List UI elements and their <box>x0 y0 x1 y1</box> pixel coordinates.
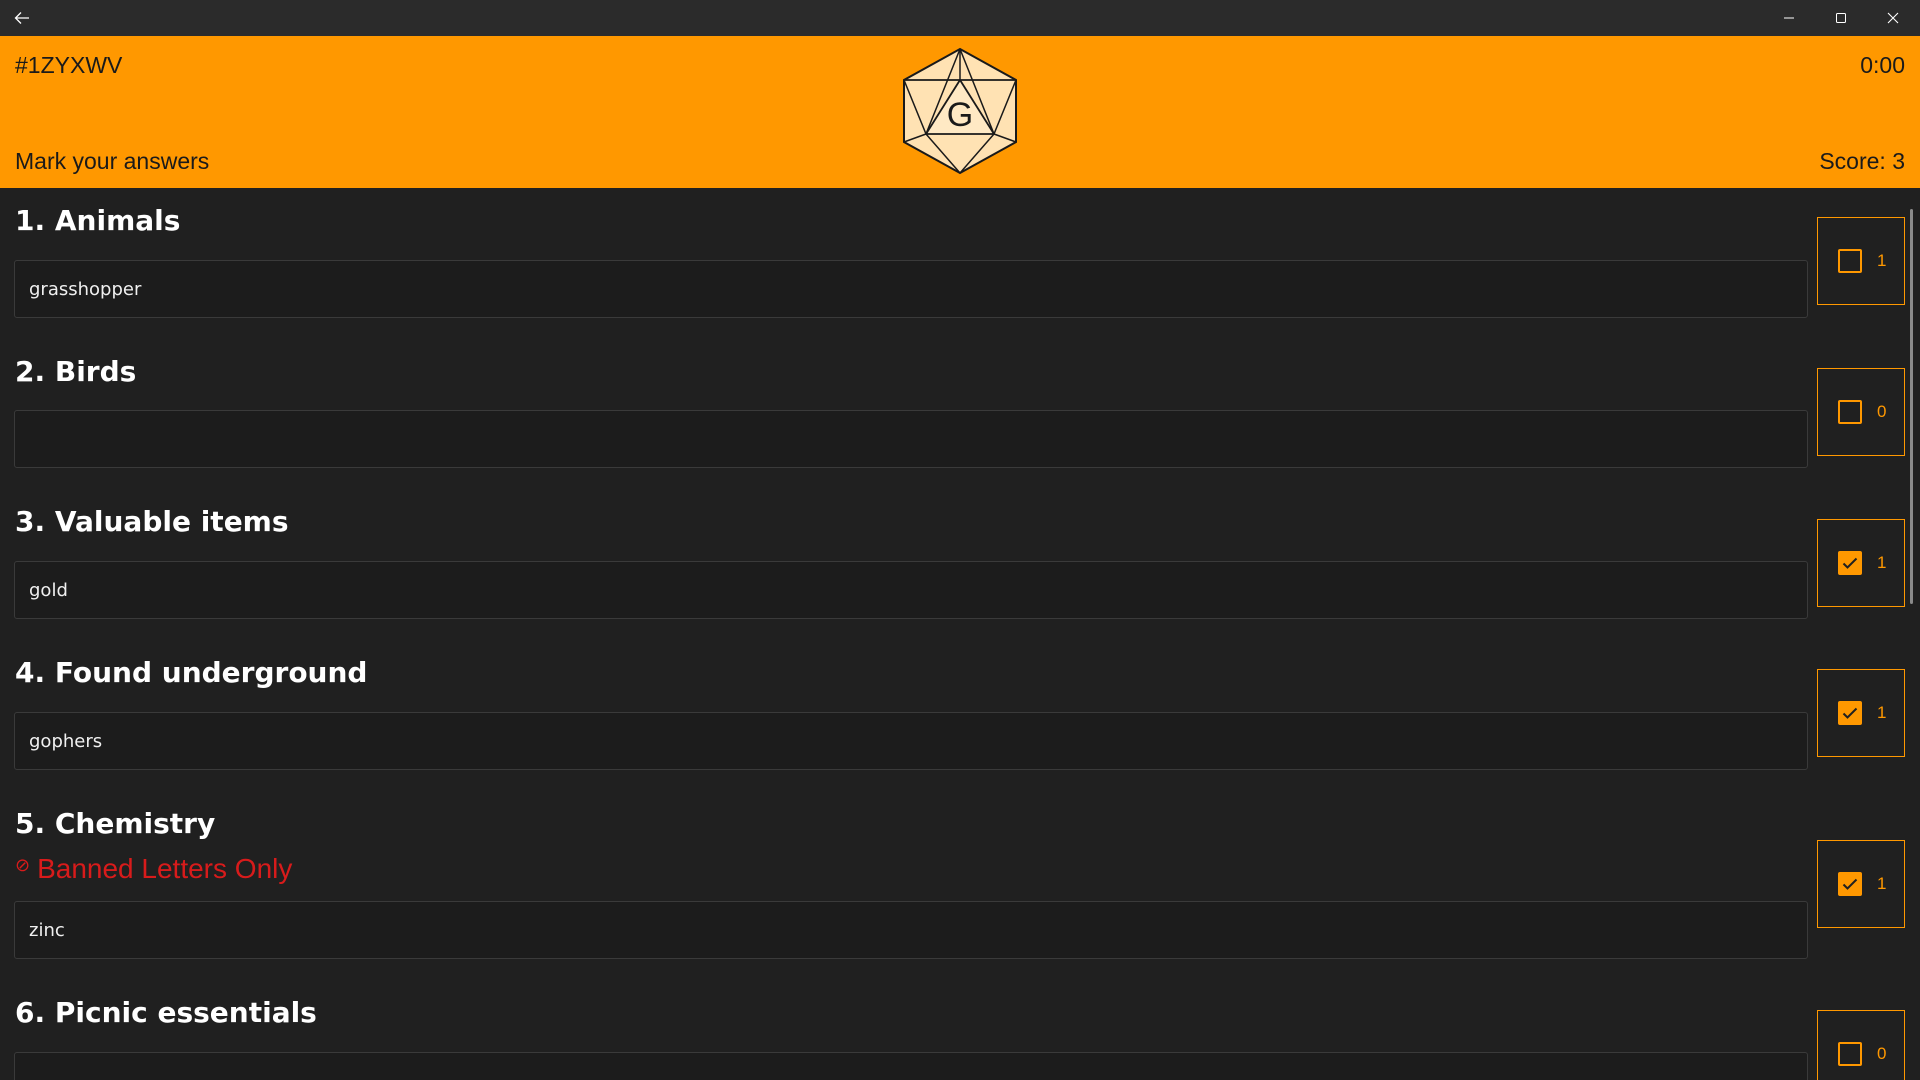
score-label: Score: 3 <box>1819 148 1905 174</box>
answer-text: grasshopper <box>29 278 142 300</box>
points-label: 1 <box>1877 874 1887 893</box>
page-subtitle: Mark your answers <box>15 148 210 174</box>
answer-text: zinc <box>29 919 65 941</box>
answer-text: gold <box>29 579 68 601</box>
category-list[interactable]: 1. Animals grasshopper 1 2. Birds 0 3. V… <box>0 188 1920 1080</box>
answer-field[interactable]: grasshopper <box>14 260 1808 318</box>
mark-answer-toggle[interactable]: 1 <box>1817 519 1905 607</box>
checkmark-icon <box>1842 707 1858 719</box>
checkbox-checked[interactable] <box>1838 872 1862 896</box>
checkbox-checked[interactable] <box>1838 701 1862 725</box>
answer-field[interactable]: gophers <box>14 712 1808 770</box>
points-label: 0 <box>1877 1044 1887 1063</box>
close-button[interactable] <box>1867 0 1919 36</box>
banned-letters-label: Banned Letters Only <box>37 853 293 884</box>
mark-answer-toggle[interactable]: 1 <box>1817 669 1905 757</box>
points-label: 0 <box>1877 402 1887 421</box>
checkmark-icon <box>1842 557 1858 569</box>
category-title: 4. Found underground <box>15 656 368 689</box>
checkbox-unchecked[interactable] <box>1838 1042 1862 1066</box>
mark-answer-toggle[interactable]: 1 <box>1817 217 1905 305</box>
checkbox-unchecked[interactable] <box>1838 249 1862 273</box>
answer-text: gophers <box>29 730 103 752</box>
back-arrow-icon <box>14 12 29 24</box>
minimize-icon <box>1784 17 1794 19</box>
points-label: 1 <box>1877 251 1887 270</box>
timer: 0:00 <box>1860 52 1905 78</box>
points-label: 1 <box>1877 703 1887 722</box>
answer-field[interactable] <box>14 410 1808 468</box>
category-title: 5. Chemistry <box>15 807 216 840</box>
category-title: 6. Picnic essentials <box>15 996 317 1029</box>
game-header: #1ZYXWV 0:00 Mark your answers Score: 3 … <box>0 36 1920 188</box>
answer-field[interactable]: gold <box>14 561 1808 619</box>
mark-answer-toggle[interactable]: 1 <box>1817 840 1905 928</box>
category-title: 3. Valuable items <box>15 505 289 538</box>
scrollbar[interactable] <box>1910 209 1913 604</box>
checkbox-unchecked[interactable] <box>1838 400 1862 424</box>
banned-letters-warning: ⊘ Banned Letters Only <box>15 853 292 885</box>
answer-field[interactable]: zinc <box>14 901 1808 959</box>
close-icon <box>1887 12 1899 24</box>
game-code: #1ZYXWV <box>15 52 123 78</box>
prohibited-icon: ⊘ <box>15 854 31 875</box>
category-title: 2. Birds <box>15 355 137 388</box>
checkmark-icon <box>1842 878 1858 890</box>
category-title: 1. Animals <box>15 204 181 237</box>
answer-field[interactable] <box>14 1052 1808 1080</box>
points-label: 1 <box>1877 553 1887 572</box>
die-letter: G <box>947 96 973 134</box>
mark-answer-toggle[interactable]: 0 <box>1817 1010 1905 1080</box>
minimize-button[interactable] <box>1763 0 1815 36</box>
back-button[interactable] <box>0 0 44 36</box>
maximize-icon <box>1836 13 1846 23</box>
checkbox-checked[interactable] <box>1838 551 1862 575</box>
mark-answer-toggle[interactable]: 0 <box>1817 368 1905 456</box>
maximize-button[interactable] <box>1815 0 1867 36</box>
title-bar <box>0 0 1920 37</box>
d20-die-icon[interactable]: G <box>899 46 1021 176</box>
